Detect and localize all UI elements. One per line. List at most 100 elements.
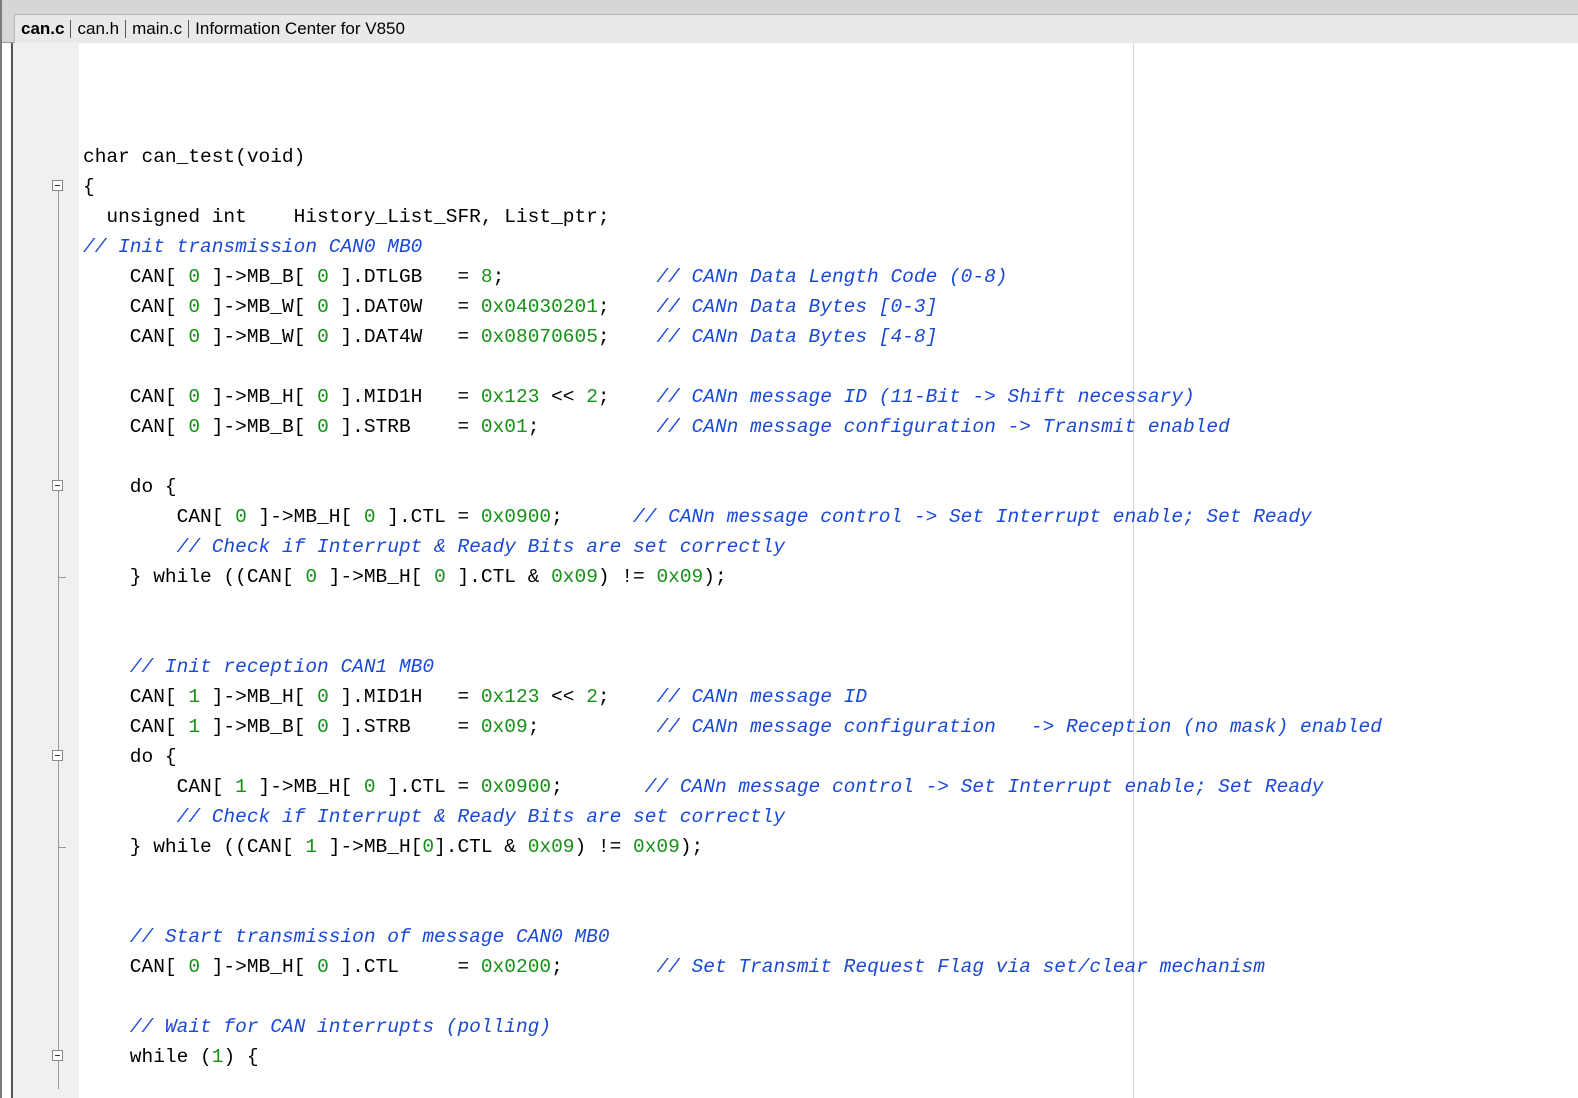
code-token: ; [597,686,657,708]
code-comment: // Start transmission of message CAN0 MB… [129,926,610,948]
code-line[interactable]: // Wait for CAN interrupts (polling) [83,1012,1382,1042]
fold-end-tick [58,847,66,848]
fold-collapse-icon[interactable] [52,480,63,491]
code-line[interactable]: CAN[ 0 ]->MB_H[ 0 ].CTL = 0x0200; // Set… [83,952,1382,982]
fold-collapse-icon[interactable] [52,750,63,761]
editor-gutter [13,43,79,1098]
code-token: ; [597,386,657,408]
code-line[interactable]: // Init reception CAN1 MB0 [83,652,1382,682]
code-line[interactable]: while (1) { [83,1042,1382,1072]
tab-can-h[interactable]: can.h [71,20,127,38]
tab-can-c[interactable]: can.c [15,20,72,38]
code-line[interactable] [83,442,1382,472]
code-token: } while ((CAN[ [83,566,306,588]
code-text[interactable]: char can_test(void) { unsigned int Histor… [83,142,1382,1072]
fold-guide-line [58,191,59,1089]
code-line[interactable]: // Check if Interrupt & Ready Bits are s… [83,532,1382,562]
code-line[interactable]: char can_test(void) [83,142,1382,172]
code-number: 1 [305,836,318,858]
code-line[interactable]: do { [83,742,1382,772]
code-number: 0x08070605 [480,326,598,348]
tab-main-c[interactable]: main.c [126,20,190,38]
code-number: 0 [317,956,329,978]
code-line[interactable]: } while ((CAN[ 1 ]->MB_H[0].CTL & 0x09) … [83,832,1382,862]
code-line[interactable]: do { [83,472,1382,502]
code-token: CAN[ [83,296,189,318]
code-token: ) { [223,1046,259,1068]
tab-information-center[interactable]: Information Center for V850 [189,20,411,38]
code-line[interactable]: CAN[ 1 ]->MB_H[ 0 ].CTL = 0x0900; // CAN… [83,772,1382,802]
code-token: ; [492,266,657,288]
code-line[interactable]: CAN[ 0 ]->MB_H[ 0 ].MID1H = 0x123 << 2; … [83,382,1382,412]
code-token: CAN[ [83,326,189,348]
code-token: do { [83,476,177,498]
code-token: char can_test(void) [83,146,306,168]
code-token: ; [597,326,657,348]
code-number: 0 [235,506,247,528]
code-comment: // CANn message control -> Set Interrupt… [633,506,1312,528]
code-token: ].CTL & [434,836,528,858]
code-line[interactable] [83,982,1382,1012]
code-token: << [539,386,587,408]
code-token: ]->MB_H[ [200,686,318,708]
code-line[interactable]: CAN[ 1 ]->MB_H[ 0 ].MID1H = 0x123 << 2; … [83,682,1382,712]
code-number: 0 [188,266,201,288]
code-token: ].DAT0W = [328,296,481,318]
code-token: ; [551,956,657,978]
code-token: ].DAT4W = [328,326,481,348]
code-line[interactable] [83,622,1382,652]
code-token: CAN[ [83,266,189,288]
editor-window: can.c can.h main.c Information Center fo… [0,0,1578,1098]
code-line[interactable]: CAN[ 0 ]->MB_B[ 0 ].STRB = 0x01; // CANn… [83,412,1382,442]
code-comment: // CANn message configuration -> Transmi… [656,416,1230,438]
code-number: 0x0900 [480,776,552,798]
code-line[interactable] [83,352,1382,382]
code-line[interactable]: CAN[ 0 ]->MB_B[ 0 ].DTLGB = 8; // CANn D… [83,262,1382,292]
code-line[interactable]: { [83,172,1382,202]
code-token: ); [703,566,727,588]
code-token: ]->MB_H[ [200,956,318,978]
code-number: 0 [188,296,201,318]
fold-collapse-icon[interactable] [52,1050,63,1061]
code-number: 0 [305,566,318,588]
code-token: ]->MB_B[ [200,266,318,288]
code-token: ]->MB_W[ [200,296,318,318]
code-comment: // CANn Data Length Code (0-8) [656,266,1008,288]
code-token: ); [679,836,704,858]
code-token: CAN[ [83,716,189,738]
code-token: ]->MB_H[ [317,566,435,588]
code-line[interactable] [83,892,1382,922]
code-line[interactable]: CAN[ 0 ]->MB_W[ 0 ].DAT0W = 0x04030201; … [83,292,1382,322]
code-token: CAN[ [83,506,236,528]
code-token: CAN[ [83,776,236,798]
code-line[interactable] [83,862,1382,892]
code-line[interactable]: CAN[ 1 ]->MB_B[ 0 ].STRB = 0x09; // CANn… [83,712,1382,742]
code-token: ]->MB_B[ [200,716,318,738]
code-token: ; [527,716,657,738]
code-line[interactable]: CAN[ 0 ]->MB_H[ 0 ].CTL = 0x0900; // CAN… [83,502,1382,532]
code-number: 0 [317,416,329,438]
code-line[interactable]: unsigned int History_List_SFR, List_ptr; [83,202,1382,232]
code-line[interactable]: // Init transmission CAN0 MB0 [83,232,1382,262]
code-number: 0x09 [551,566,598,588]
code-comment: // CANn message ID (11-Bit -> Shift nece… [656,386,1195,408]
code-token: unsigned int History_List_SFR, List_ptr; [83,206,610,228]
code-token: ].CTL = [328,956,481,978]
code-comment: // Wait for CAN interrupts (polling) [129,1016,552,1038]
code-line[interactable]: // Check if Interrupt & Ready Bits are s… [83,802,1382,832]
code-line[interactable]: CAN[ 0 ]->MB_W[ 0 ].DAT4W = 0x08070605; … [83,322,1382,352]
code-number: 0 [317,716,329,738]
code-line[interactable] [83,592,1382,622]
code-token: ) != [597,566,657,588]
fold-collapse-icon[interactable] [52,180,63,191]
code-number: 1 [235,776,247,798]
code-token: ]->MB_H[ [200,386,318,408]
code-comment: // Check if Interrupt & Ready Bits are s… [176,806,786,828]
code-token: CAN[ [83,386,189,408]
code-line[interactable]: } while ((CAN[ 0 ]->MB_H[ 0 ].CTL & 0x09… [83,562,1382,592]
code-line[interactable]: // Start transmission of message CAN0 MB… [83,922,1382,952]
